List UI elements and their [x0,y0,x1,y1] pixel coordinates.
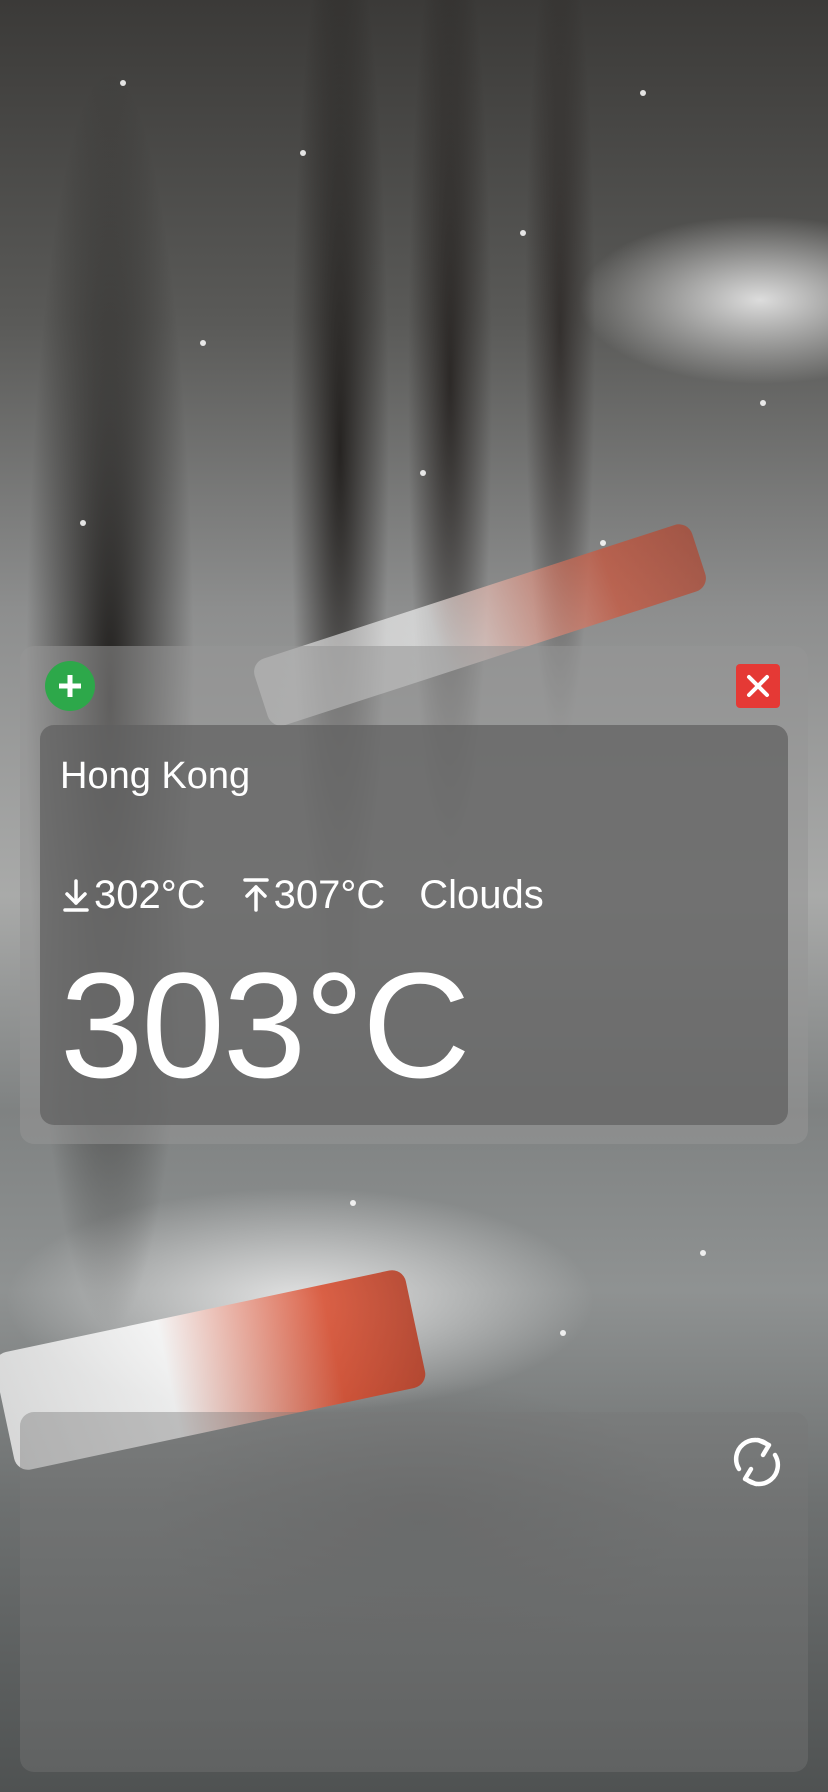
snowflake [300,150,306,156]
city-name: Hong Kong [60,755,251,797]
snowflake [120,80,126,86]
add-city-button[interactable] [45,661,95,711]
snowflake [560,1330,566,1336]
current-temperature: 303°C [60,941,471,1109]
refresh-icon [733,1437,781,1487]
snowflake [760,400,766,406]
snowflake [520,230,526,236]
bottom-card [20,1412,808,1772]
min-temp-value: 302°C [94,873,206,917]
close-icon [747,675,769,697]
max-temp-value: 307°C [273,873,386,917]
arrow-up-from-line-icon [242,878,269,912]
arrow-down-to-line-icon [63,879,89,912]
weather-condition: Clouds [419,873,544,917]
snowflake [80,520,86,526]
plus-icon [59,675,81,697]
snowflake [350,1200,356,1206]
max-temp-stat: 307°C [240,870,386,920]
temperature-range-row: 302°C 307°C Clouds [60,870,544,920]
snowflake [420,470,426,476]
snowflake [600,540,606,546]
condition-stat: Clouds [419,870,544,920]
app-screen: Hong Kong 302°C 307°C Clouds 303°C [0,0,828,1792]
snowflake [640,90,646,96]
min-temp-stat: 302°C [60,870,206,920]
close-card-button[interactable] [736,664,780,708]
snowflake [700,1250,706,1256]
snowflake [200,340,206,346]
refresh-button[interactable] [725,1430,789,1494]
